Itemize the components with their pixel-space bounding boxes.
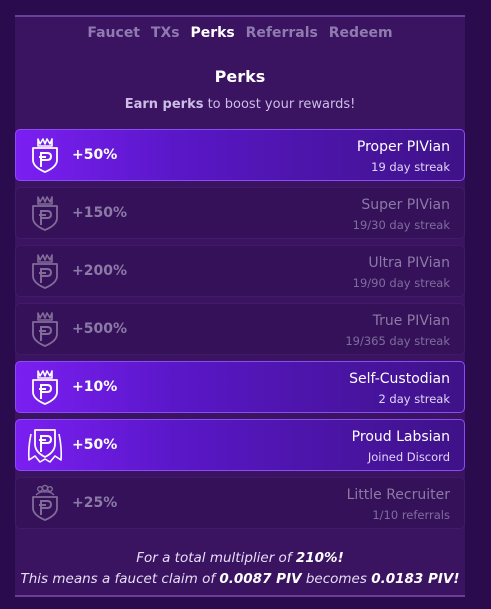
shield-crown-icon (30, 252, 60, 290)
shield-people-icon (30, 484, 60, 522)
perk-bonus: +150% (72, 205, 127, 221)
perk-bonus: +10% (72, 379, 118, 395)
perk-name: Ultra PIVian (368, 255, 450, 271)
top-nav: Faucet TXs Perks Referrals Redeem (15, 25, 465, 41)
perk-name: Little Recruiter (346, 487, 450, 503)
summary-line-1: For a total multiplier of 210%! (5, 548, 475, 569)
perk-self-custodian: +10% Self-Custodian 2 day streak (15, 361, 465, 413)
perk-detail: 19/30 day streak (352, 218, 450, 232)
perk-name: Super PIVian (361, 197, 450, 213)
perk-bonus: +200% (72, 263, 127, 279)
perk-name: True PIVian (372, 313, 450, 329)
total-multiplier: 210%! (295, 550, 344, 566)
summary-text: For a total multiplier of (136, 550, 296, 566)
tab-referrals[interactable]: Referrals (246, 25, 318, 41)
perk-detail: Joined Discord (367, 450, 450, 464)
perk-little-recruiter: +25% Little Recruiter 1/10 referrals (15, 477, 465, 529)
shield-crown-icon (30, 310, 60, 348)
perk-name: Proud Labsian (351, 429, 450, 445)
perk-ultra-pivian: +200% Ultra PIVian 19/90 day streak (15, 245, 465, 297)
tab-redeem[interactable]: Redeem (329, 25, 393, 41)
caped-shield-icon (26, 426, 64, 464)
shield-crown-icon (30, 368, 60, 406)
subtitle-emphasis: Earn perks (124, 97, 204, 112)
summary-line-2: This means a faucet claim of 0.0087 PIV … (5, 569, 475, 590)
perk-bonus: +500% (72, 321, 127, 337)
perk-proud-labsian: +50% Proud Labsian Joined Discord (15, 419, 465, 471)
subtitle-text: to boost your rewards! (203, 97, 356, 112)
summary-text: This means a faucet claim of (20, 571, 220, 587)
perk-name: Proper PIVian (356, 139, 450, 155)
tab-faucet[interactable]: Faucet (87, 25, 140, 41)
perk-detail: 2 day streak (378, 392, 450, 406)
tab-txs[interactable]: TXs (151, 25, 180, 41)
shield-crown-icon (30, 194, 60, 232)
summary-text: becomes (301, 571, 372, 587)
perk-detail: 19/365 day streak (345, 334, 450, 348)
perk-bonus: +25% (72, 495, 118, 511)
multiplier-summary: For a total multiplier of 210%! This mea… (5, 548, 475, 590)
tab-perks[interactable]: Perks (190, 25, 234, 41)
perk-bonus: +50% (72, 437, 118, 453)
perk-detail: 1/10 referrals (372, 508, 450, 522)
perk-proper-pivian: +50% Proper PIVian 19 day streak (15, 129, 465, 181)
shield-crown-icon (30, 136, 60, 174)
perk-bonus: +50% (72, 147, 118, 163)
boosted-amount: 0.0183 PIV! (371, 571, 460, 587)
page-subtitle: Earn perks to boost your rewards! (15, 97, 465, 112)
perk-detail: 19 day streak (371, 160, 450, 174)
perk-name: Self-Custodian (349, 371, 450, 387)
claim-amount: 0.0087 PIV (219, 571, 302, 587)
page-title: Perks (214, 67, 266, 86)
perk-true-pivian: +500% True PIVian 19/365 day streak (15, 303, 465, 355)
perk-detail: 19/90 day streak (352, 276, 450, 290)
perk-super-pivian: +150% Super PIVian 19/30 day streak (15, 187, 465, 239)
perks-panel: Faucet TXs Perks Referrals Redeem Perks … (15, 15, 465, 597)
